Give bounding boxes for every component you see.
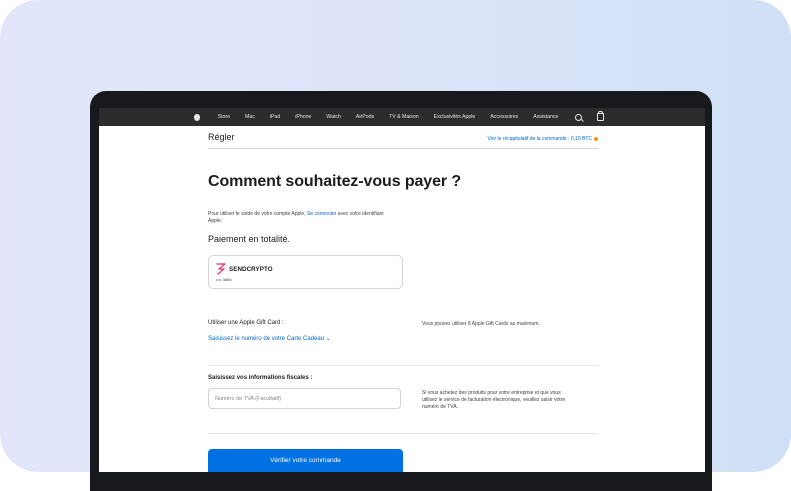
payment-method-name: SENDCRYPTO (229, 266, 273, 273)
payment-method-card[interactable]: SENDCRYPTO •••• 3866 (208, 255, 403, 289)
bag-icon[interactable] (596, 111, 604, 121)
bitcoin-icon (594, 137, 598, 141)
payment-method-number: •••• 3866 (216, 277, 232, 282)
search-icon[interactable] (574, 113, 582, 121)
browser-screen: Store Mac iPad iPhone Watch AirPods TV &… (99, 108, 705, 472)
nav-item-mac[interactable]: Mac (245, 114, 255, 120)
verify-order-button[interactable]: Vérifier votre commande (208, 449, 403, 472)
nav-item-ipad[interactable]: iPad (270, 114, 280, 120)
sendcrypto-logo-icon (216, 263, 226, 275)
apple-logo-icon[interactable] (194, 113, 201, 121)
account-note-prefix: Pour utiliser le solde de votre compte A… (208, 211, 307, 217)
nav-item-watch[interactable]: Watch (326, 114, 341, 120)
checkout-subheader: Régler Voir le récapitulatif de la comma… (208, 126, 598, 149)
nav-item-store[interactable]: Store (218, 114, 230, 120)
checkout-title: Régler (208, 132, 235, 142)
nav-item-tv-maison[interactable]: TV & Maison (389, 114, 419, 120)
section-divider (208, 365, 598, 366)
nav-item-exclusivites[interactable]: Exclusivités Apple (434, 114, 476, 120)
section-divider (208, 433, 598, 434)
order-summary-link[interactable]: Voir le récapitulatif de la commande : 0… (487, 136, 598, 142)
order-summary-label: Voir le récapitulatif de la commande : 0… (487, 136, 593, 142)
global-nav: Store Mac iPad iPhone Watch AirPods TV &… (99, 108, 705, 126)
full-payment-heading: Paiement en totalité. (208, 234, 291, 244)
sign-in-link[interactable]: Se connecter (307, 211, 336, 217)
nav-item-assistance[interactable]: Assistance (533, 114, 558, 120)
gift-card-note: Vous pouvez utiliser 8 Apple Gift Cards … (422, 321, 540, 327)
vat-number-input[interactable] (208, 388, 401, 409)
gift-card-label: Utiliser une Apple Gift Card : (208, 320, 284, 326)
account-balance-note: Pour utiliser le solde de votre compte A… (208, 211, 398, 225)
fiscal-info-label: Saisissez vos informations fiscales : (208, 375, 313, 381)
nav-item-airpods[interactable]: AirPods (356, 114, 374, 120)
fiscal-info-note: Si vous achetez des produits pour votre … (422, 390, 566, 410)
page-title: Comment souhaitez-vous payer ? (208, 173, 462, 190)
gift-card-entry-link[interactable]: Saisissez le numéro de votre Carte Cadea… (208, 335, 331, 342)
nav-item-iphone[interactable]: iPhone (295, 114, 311, 120)
nav-item-accessoires[interactable]: Accessoires (490, 114, 518, 120)
